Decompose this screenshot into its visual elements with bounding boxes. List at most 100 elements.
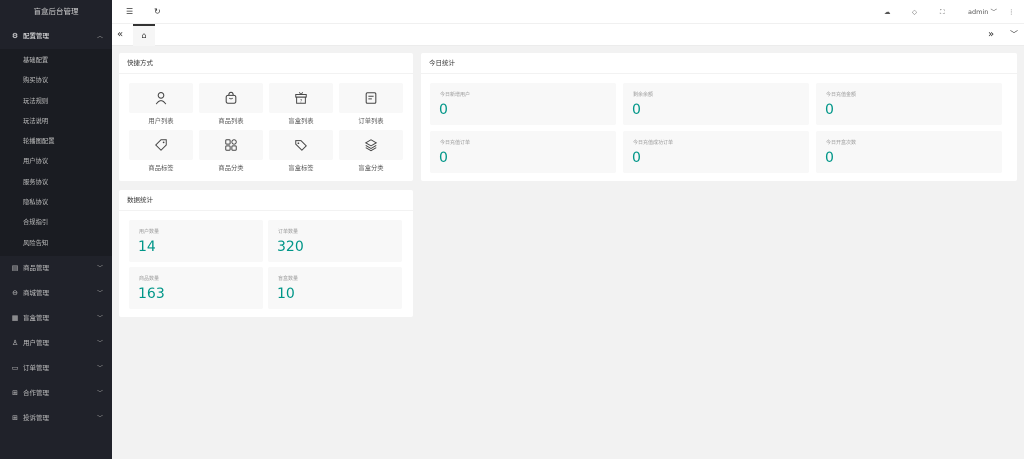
stat-value: 163 — [138, 286, 165, 302]
sidebar-group-label: 商品管理 — [23, 263, 49, 272]
sidebar-group-label: 配置管理 — [23, 32, 49, 40]
stat-remaining-balance: 剩余余额 0 — [623, 83, 809, 125]
quick-user-list[interactable] — [129, 83, 193, 113]
sidebar-item-carousel-config[interactable]: 轮播图配置 — [0, 132, 112, 152]
quick-order-list[interactable] — [339, 83, 403, 113]
chevron-down-icon: ﹀ — [96, 389, 103, 397]
goods-icon: ▤ — [11, 263, 19, 272]
tabs-scroll-right-icon[interactable]: » — [988, 24, 994, 46]
quick-label: 盲盒标签 — [288, 165, 314, 172]
stat-today-recharge-orders: 今日充值订单 0 — [430, 131, 616, 173]
quick-access-card: 快捷方式 用户列表 商品列表 ? 盲盒列表 订单列表 商品标签 商品分类 盲盒标… — [119, 53, 413, 181]
quick-label: 盲盒分类 — [358, 165, 384, 172]
quick-goods-category[interactable] — [199, 130, 263, 160]
stat-label: 今日新增用户 — [440, 92, 471, 98]
chevron-up-icon: ︿ — [96, 33, 103, 40]
sidebar-item-risk-notice[interactable]: 风险告知 — [0, 234, 112, 254]
sidebar-group-label: 订单管理 — [23, 363, 49, 372]
quick-goods-tags[interactable] — [129, 130, 193, 160]
quick-goods-list[interactable] — [199, 83, 263, 113]
today-stats-title: 今日统计 — [421, 53, 1017, 74]
sidebar-group-goods[interactable]: ▤ 商品管理 ﹀ — [0, 256, 112, 281]
tabs-scroll-left-icon[interactable]: « — [117, 24, 123, 46]
stat-label: 今日充值金额 — [826, 92, 857, 98]
chevron-down-icon: ﹀ — [96, 289, 103, 297]
sidebar-group-label: 盲盒管理 — [23, 313, 49, 322]
sidebar-group-complaints[interactable]: ⊞ 投诉管理 ﹀ — [0, 406, 112, 431]
layers-icon — [364, 139, 378, 152]
order-icon: ▭ — [11, 363, 19, 372]
stat-value: 0 — [439, 150, 448, 166]
cooperation-icon: ⊞ — [12, 388, 18, 397]
more-icon[interactable]: ⋮ — [1008, 0, 1015, 24]
today-stats-card: 今日统计 今日新增用户 0 剩余余额 0 今日充值金额 0 今日充值订单 0 今… — [421, 53, 1017, 181]
stat-value: 0 — [632, 102, 641, 118]
stat-today-recharge-amount: 今日充值金额 0 — [816, 83, 1002, 125]
sidebar-item-privacy-agreement[interactable]: 隐私协议 — [0, 193, 112, 213]
sidebar-group-label: 商城管理 — [23, 288, 49, 297]
bag-icon: ⊖ — [12, 288, 18, 297]
quick-blindbox-tags[interactable] — [269, 130, 333, 160]
quick-label: 商品分类 — [218, 165, 244, 172]
theme-icon[interactable]: ☁ — [884, 0, 891, 24]
chevron-down-icon: ﹀ — [96, 339, 103, 347]
stat-value: 0 — [632, 150, 641, 166]
sidebar-group-config[interactable]: ⚙ 配置管理 ︿ — [0, 24, 112, 49]
home-icon: ⌂ — [141, 31, 147, 40]
sidebar-group-cooperation[interactable]: ⊞ 合作管理 ﹀ — [0, 381, 112, 406]
chevron-down-icon: ﹀ — [96, 364, 103, 372]
stat-label: 商品数量 — [139, 276, 160, 282]
chevron-down-icon: ﹀ — [96, 414, 103, 422]
sidebar-group-users[interactable]: ♙ 用户管理 ﹀ — [0, 331, 112, 356]
stat-label: 今日开盒次数 — [826, 140, 857, 146]
sidebar-group-blindbox[interactable]: ▦ 盲盒管理 ﹀ — [0, 306, 112, 331]
sidebar-item-user-agreement[interactable]: 用户协议 — [0, 152, 112, 172]
stat-blindbox-count: 盲盒数量 10 — [268, 267, 402, 309]
sidebar-group-mall[interactable]: ⊖ 商城管理 ﹀ — [0, 281, 112, 306]
sidebar-group-label: 合作管理 — [23, 388, 49, 397]
fullscreen-icon[interactable]: ⛶ — [940, 0, 945, 24]
note-icon[interactable]: ◇ — [912, 0, 917, 24]
giftbox-icon: ? — [295, 92, 307, 104]
user-menu[interactable]: admin ﹀ — [968, 0, 997, 24]
refresh-icon[interactable]: ↻ — [154, 0, 161, 24]
quick-label: 订单列表 — [358, 118, 384, 125]
stat-label: 盲盒数量 — [278, 276, 299, 282]
tag-icon — [155, 139, 167, 151]
stat-today-open-count: 今日开盒次数 0 — [816, 131, 1002, 173]
quick-blindbox-list[interactable]: ? — [269, 83, 333, 113]
tab-home[interactable]: ⌂ — [133, 24, 155, 46]
stat-value: 0 — [825, 150, 834, 166]
user-icon: ♙ — [11, 338, 19, 347]
quick-label: 商品标签 — [148, 165, 174, 172]
username: admin — [968, 8, 989, 16]
sidebar-item-play-description[interactable]: 玩法说明 — [0, 112, 112, 132]
stat-today-new-users: 今日新增用户 0 — [430, 83, 616, 125]
data-stats-title: 数据统计 — [119, 190, 413, 211]
menu-toggle-icon[interactable]: ☰ — [126, 0, 133, 24]
chevron-down-icon: ﹀ — [990, 8, 997, 16]
stat-label: 订单数量 — [278, 229, 299, 235]
order-icon — [365, 92, 377, 104]
sidebar-item-basic-config[interactable]: 基础配置 — [0, 51, 112, 71]
tabs-menu-chevron-icon[interactable]: ﹀ — [1010, 24, 1018, 46]
grid-icon — [225, 139, 237, 151]
stat-goods-count: 商品数量 163 — [129, 267, 263, 309]
sidebar-item-purchase-agreement[interactable]: 购买协议 — [0, 71, 112, 91]
sidebar-item-compliance-guide[interactable]: 合规指引 — [0, 213, 112, 233]
stat-user-count: 用户数量 14 — [129, 220, 263, 262]
stat-label: 今日充值订单 — [440, 140, 471, 146]
app-title: 盲盒后台管理 — [0, 0, 112, 24]
chevron-down-icon: ﹀ — [96, 264, 103, 272]
quick-blindbox-category[interactable] — [339, 130, 403, 160]
config-submenu: 基础配置 购买协议 玩法规则 玩法说明 轮播图配置 用户协议 服务协议 隐私协议… — [0, 49, 112, 256]
stat-value: 14 — [138, 239, 156, 255]
user-icon — [155, 92, 167, 105]
stat-value: 320 — [277, 239, 304, 255]
sidebar-item-service-agreement[interactable]: 服务协议 — [0, 173, 112, 193]
data-stats-card: 数据统计 用户数量 14 订单数量 320 商品数量 163 盲盒数量 10 — [119, 190, 413, 317]
sidebar-item-play-rules[interactable]: 玩法规则 — [0, 92, 112, 112]
sidebar-group-orders[interactable]: ▭ 订单管理 ﹀ — [0, 356, 112, 381]
chevron-down-icon: ﹀ — [96, 314, 103, 322]
gift-icon: ▦ — [11, 313, 19, 322]
